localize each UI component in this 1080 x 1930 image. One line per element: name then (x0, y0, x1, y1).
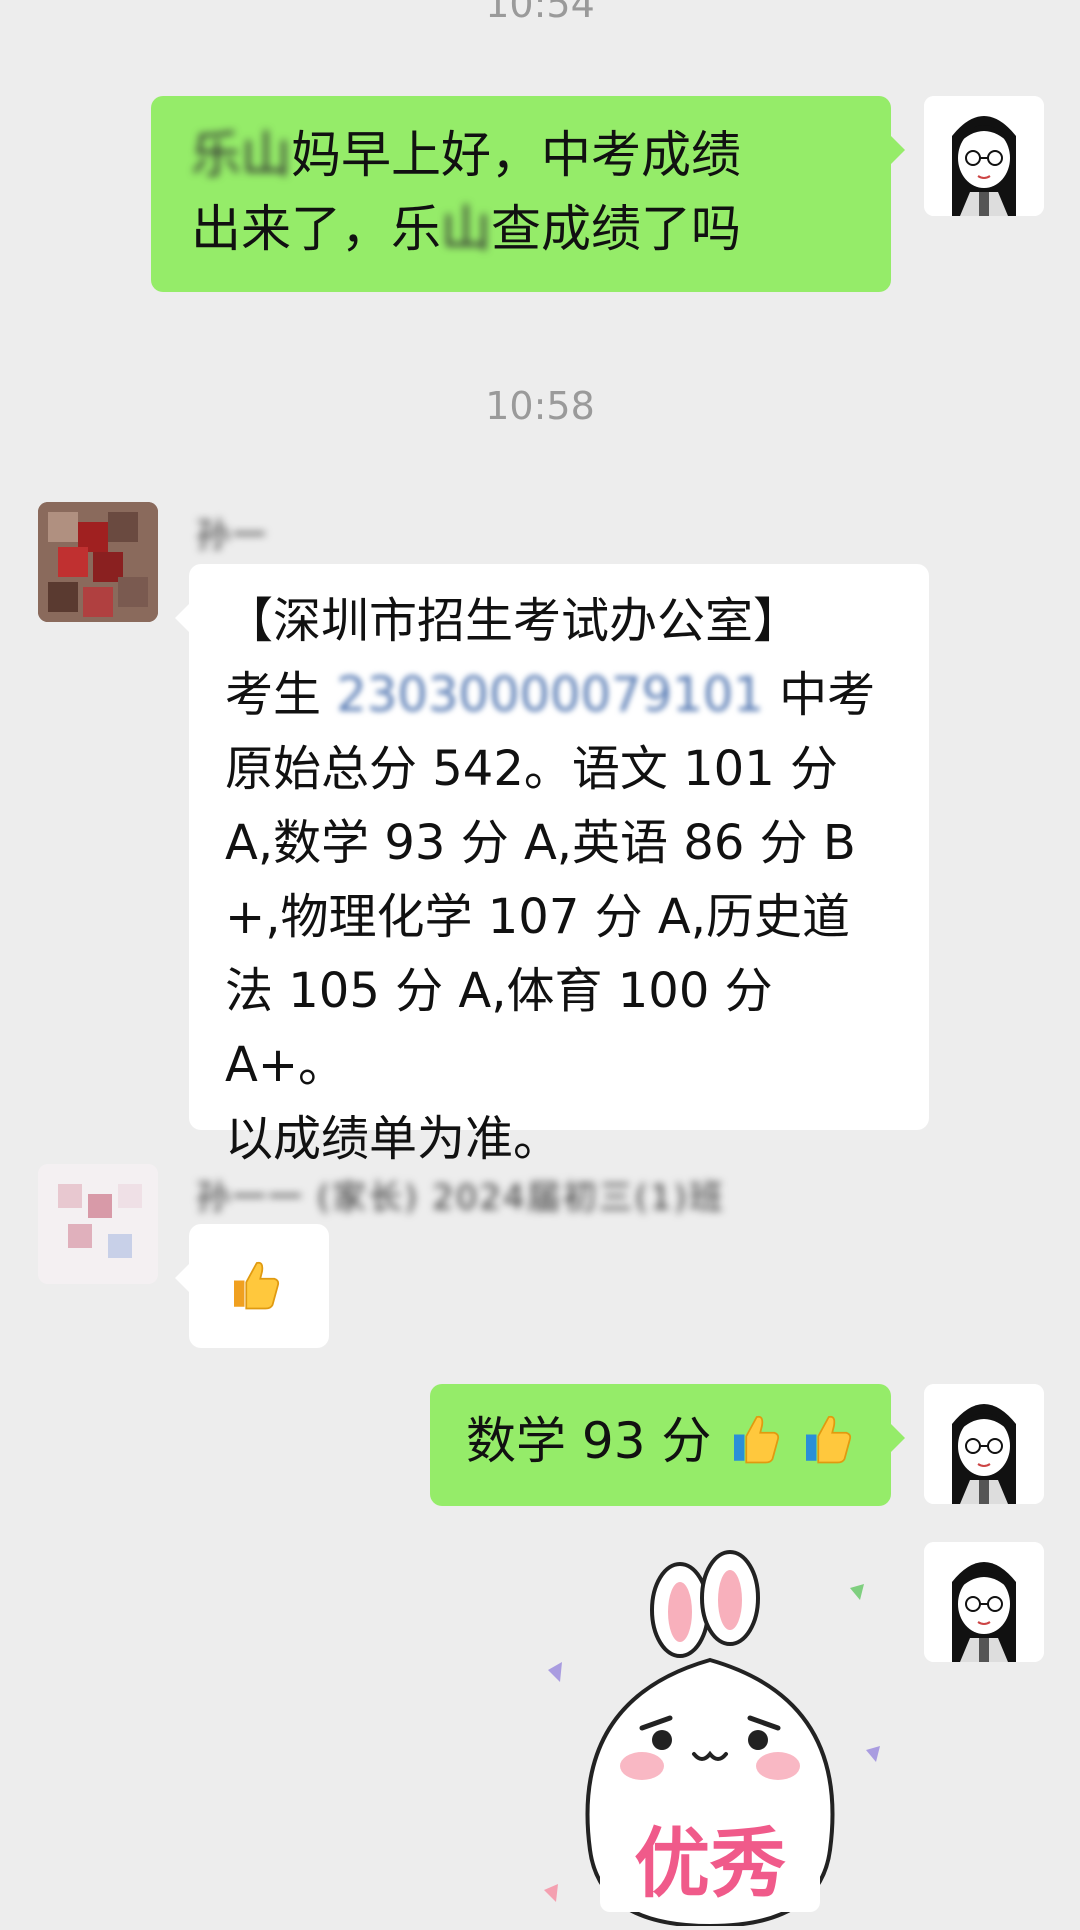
thumbs-up-icon (234, 1261, 280, 1310)
message-line: 以成绩单为准。 (225, 1111, 562, 1167)
pixelated-avatar-icon (38, 502, 158, 622)
contact-avatar-2[interactable] (38, 1164, 158, 1284)
message-text: 中考 (763, 667, 876, 723)
sender-name: 孙一 (196, 516, 268, 556)
girl-avatar-icon (924, 1542, 1044, 1662)
rabbit-sticker-icon: 优秀 (544, 1550, 880, 1929)
message-bubble-outgoing-2[interactable]: 数学 93 分 (430, 1384, 905, 1506)
message-text: 妈早上好，中考成绩 (291, 126, 741, 184)
sender-name: 孙一一 (家长) 2024届初三(1)班 (196, 1178, 725, 1218)
message-line: 出来了，乐山查成绩了吗 (191, 192, 851, 266)
timestamp-top: 10:54 (485, 0, 595, 26)
message-line: +,物理化学 107 分 A,历史道 (225, 889, 850, 945)
my-avatar[interactable] (924, 96, 1044, 216)
message-line: 乐山妈早上好，中考成绩 (191, 118, 851, 192)
message-text: 考生 (225, 667, 337, 723)
message-line: A,数学 93 分 A,英语 86 分 B (225, 815, 856, 871)
message-text: 数学 93 分 (466, 1412, 712, 1470)
redacted-char: 山 (441, 200, 491, 258)
message-bubble-incoming-thumb[interactable] (175, 1224, 329, 1348)
message-line: 【深圳市招生考试办公室】 (225, 593, 802, 649)
contact-avatar[interactable] (38, 502, 158, 622)
message-line: 考生 23030000079101 中考 (225, 658, 893, 732)
my-avatar[interactable] (924, 1542, 1044, 1662)
thumbs-up-icon (806, 1415, 852, 1464)
redacted-name: 乐山 (191, 126, 291, 184)
redacted-exam-id[interactable]: 23030000079101 (336, 658, 764, 732)
message-line: 法 105 分 A,体育 100 分 A+。 (225, 963, 773, 1093)
girl-avatar-icon (924, 96, 1044, 216)
pixelated-avatar-icon (38, 1164, 158, 1284)
rabbit-sticker[interactable]: 优秀 (530, 1550, 900, 1929)
message-bubble-incoming-exam[interactable]: 【深圳市招生考试办公室】 考生 23030000079101 中考 原始总分 5… (175, 564, 929, 1167)
timestamp: 10:58 (485, 384, 595, 428)
sticker-text: 优秀 (634, 1819, 786, 1908)
girl-avatar-icon (924, 1384, 1044, 1504)
message-bubble-outgoing-1[interactable]: 乐山妈早上好，中考成绩 出来了，乐山查成绩了吗 (151, 96, 905, 292)
my-avatar[interactable] (924, 1384, 1044, 1504)
message-line: 原始总分 542。语文 101 分 (225, 741, 839, 797)
message-text: 查成绩了吗 (491, 200, 741, 258)
thumbs-up-icon (734, 1415, 780, 1464)
message-text: 出来了，乐 (191, 200, 441, 258)
